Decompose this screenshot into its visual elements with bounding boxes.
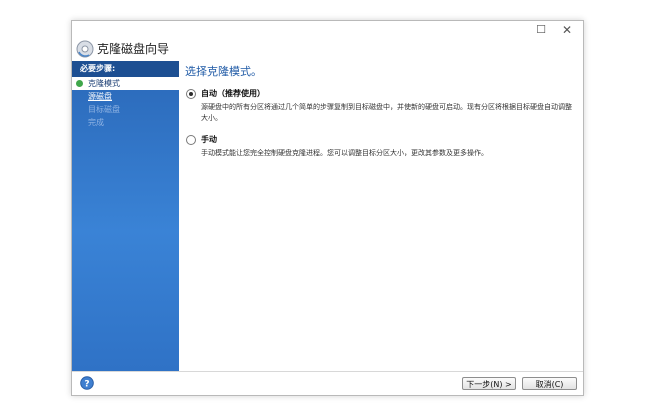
option-manual[interactable]: 手动 — [185, 133, 577, 147]
next-button[interactable]: 下一步(N) > — [462, 377, 516, 390]
option-description: 源硬盘中的所有分区将通过几个简单的步骤复制到目标磁盘中，并使新的硬盘可启动。现有… — [201, 103, 572, 122]
close-button[interactable]: ✕ — [559, 23, 575, 37]
step-label: 克隆模式 — [88, 79, 120, 88]
main-content: 选择克隆模式。 自动（推荐使用） 源硬盘中的所有分区将通过几个简单的步骤复制到目… — [185, 65, 577, 168]
option-automatic[interactable]: 自动（推荐使用） — [185, 87, 577, 101]
step-clone-mode: 克隆模式 — [72, 77, 179, 90]
disk-clone-icon — [76, 40, 94, 58]
wizard-header: 克隆磁盘向导 — [72, 39, 583, 61]
cancel-button[interactable]: 取消(C) — [522, 377, 577, 390]
automatic-radio[interactable] — [186, 89, 196, 99]
option-label: 手动 — [201, 135, 217, 144]
wizard-window: ☐ ✕ 克隆磁盘向导 必要步骤: 克隆模式 源磁盘 目标磁盘 完成 选择克隆模式… — [71, 20, 584, 396]
current-step-icon — [76, 80, 83, 87]
wizard-footer: ? 下一步(N) > 取消(C) — [72, 371, 583, 396]
wizard-title: 克隆磁盘向导 — [97, 42, 170, 56]
step-label: 目标磁盘 — [88, 105, 120, 114]
help-icon[interactable]: ? — [80, 376, 94, 390]
step-source-disk[interactable]: 源磁盘 — [72, 90, 179, 103]
manual-radio[interactable] — [186, 135, 196, 145]
option-label: 自动（推荐使用） — [201, 89, 265, 98]
page-title: 选择克隆模式。 — [185, 65, 262, 78]
titlebar: ☐ ✕ — [72, 21, 583, 39]
step-finish: 完成 — [72, 116, 179, 129]
steps-sidebar: 必要步骤: 克隆模式 源磁盘 目标磁盘 完成 — [72, 61, 179, 371]
step-label: 完成 — [88, 118, 104, 127]
step-target-disk: 目标磁盘 — [72, 103, 179, 116]
option-description: 手动模式能让您完全控制硬盘克隆进程。您可以调整目标分区大小，更改其参数及更多操作… — [201, 149, 488, 157]
maximize-button[interactable]: ☐ — [533, 23, 549, 37]
step-label: 源磁盘 — [88, 92, 112, 101]
sidebar-header: 必要步骤: — [72, 61, 179, 77]
svg-text:?: ? — [84, 380, 89, 390]
